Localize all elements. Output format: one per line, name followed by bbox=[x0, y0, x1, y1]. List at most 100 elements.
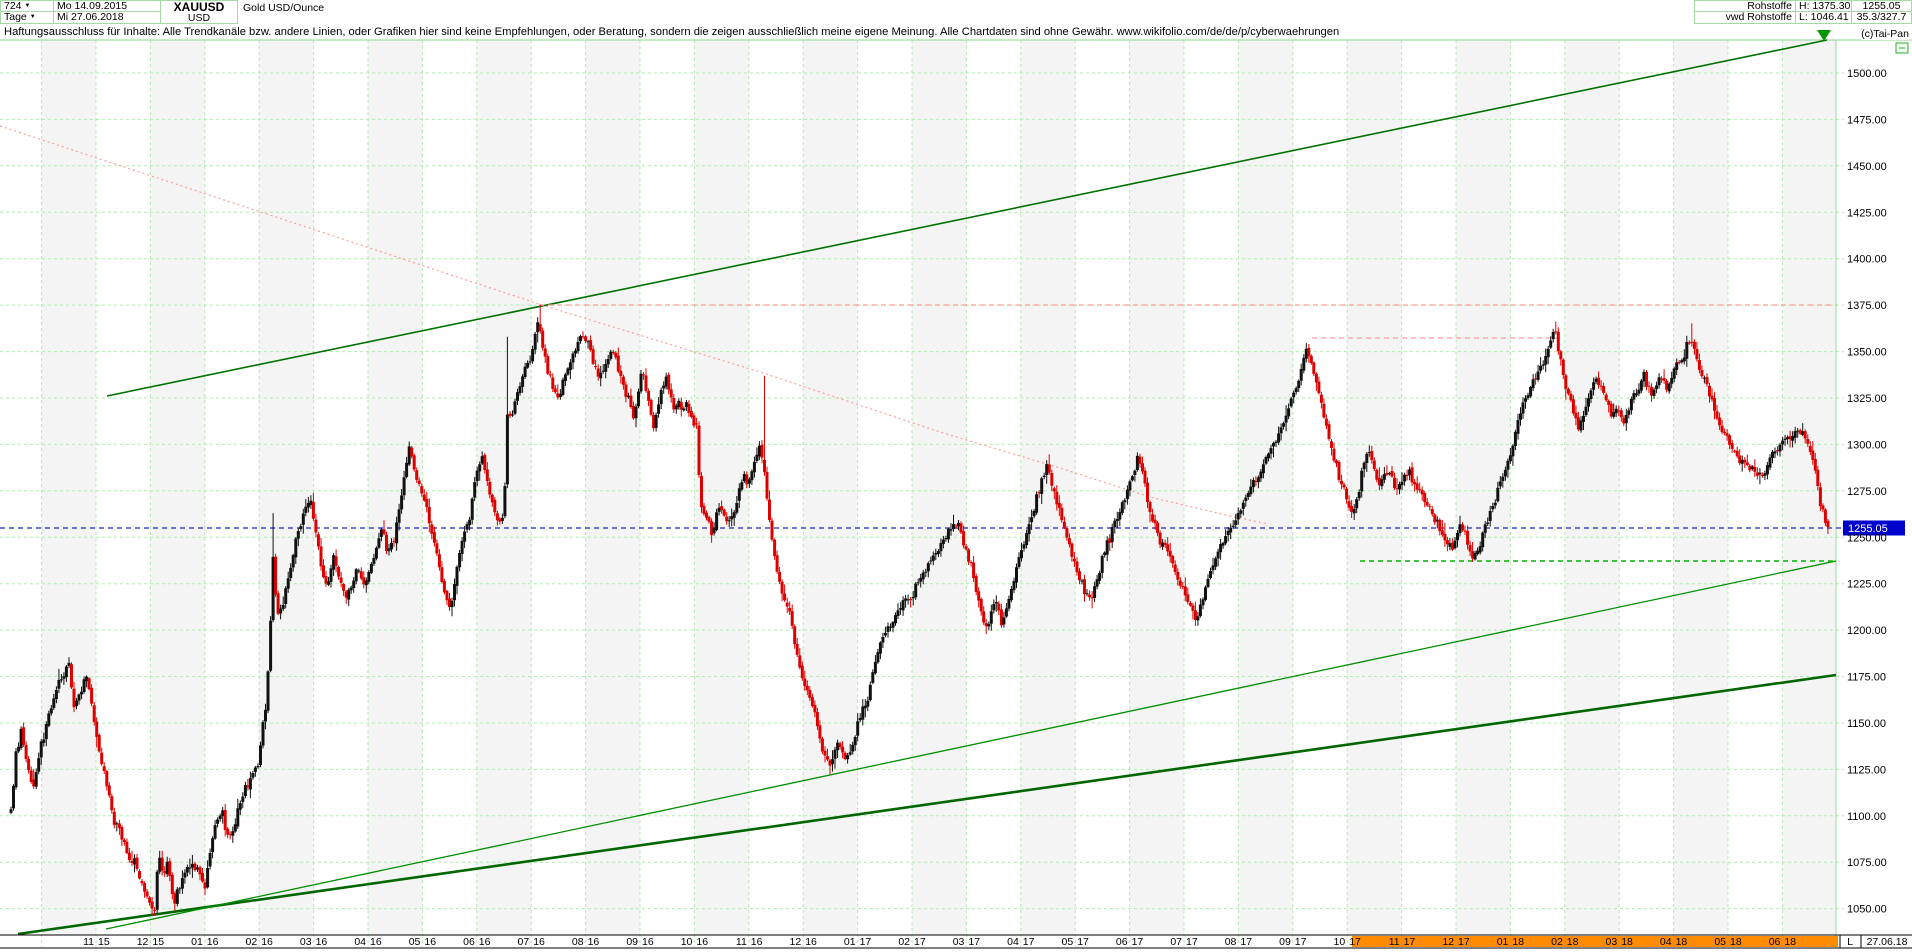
trendline-end-marker-icon bbox=[1817, 30, 1831, 41]
chevron-down-icon: ▼ bbox=[25, 3, 31, 9]
svg-text:09: 09 bbox=[626, 936, 638, 948]
svg-text:05: 05 bbox=[1062, 936, 1074, 948]
svg-text:17: 17 bbox=[1132, 936, 1144, 948]
svg-text:16: 16 bbox=[533, 936, 545, 948]
svg-text:17: 17 bbox=[1186, 936, 1198, 948]
data-feed: vwd Rohstoffe bbox=[1694, 11, 1796, 24]
svg-text:12: 12 bbox=[137, 936, 149, 948]
svg-text:18: 18 bbox=[1621, 936, 1633, 948]
svg-text:04: 04 bbox=[1007, 936, 1019, 948]
svg-text:05: 05 bbox=[409, 936, 421, 948]
svg-text:1500.00: 1500.00 bbox=[1847, 68, 1887, 80]
svg-text:17: 17 bbox=[1458, 936, 1470, 948]
svg-text:18: 18 bbox=[1567, 936, 1579, 948]
svg-text:18: 18 bbox=[1512, 936, 1524, 948]
svg-text:01: 01 bbox=[191, 936, 203, 948]
period-type-dropdown[interactable]: Tage▼ bbox=[0, 11, 54, 24]
svg-text:1275.00: 1275.00 bbox=[1847, 486, 1887, 498]
svg-text:03: 03 bbox=[953, 936, 965, 948]
disclaimer-text: Haftungsausschluss für Inhalte: Alle Tre… bbox=[4, 26, 1339, 38]
svg-text:06: 06 bbox=[1116, 936, 1128, 948]
svg-text:08: 08 bbox=[572, 936, 584, 948]
svg-text:11: 11 bbox=[1389, 936, 1400, 948]
svg-text:17: 17 bbox=[914, 936, 926, 948]
svg-text:07: 07 bbox=[518, 936, 530, 948]
svg-text:17: 17 bbox=[1240, 936, 1252, 948]
svg-text:1300.00: 1300.00 bbox=[1847, 439, 1887, 451]
svg-text:12: 12 bbox=[1442, 936, 1454, 948]
svg-text:17: 17 bbox=[1023, 936, 1035, 948]
period-low: L: 1046.41 bbox=[1795, 11, 1852, 24]
svg-text:18: 18 bbox=[1676, 936, 1688, 948]
symbol-currency: USD bbox=[164, 13, 234, 23]
svg-text:1125.00: 1125.00 bbox=[1847, 764, 1886, 776]
svg-text:17: 17 bbox=[860, 936, 872, 948]
last-bar-marker: L bbox=[1847, 936, 1853, 948]
svg-text:1425.00: 1425.00 bbox=[1847, 207, 1887, 219]
svg-text:1075.00: 1075.00 bbox=[1847, 857, 1887, 869]
svg-text:1100.00: 1100.00 bbox=[1847, 811, 1886, 823]
svg-text:15: 15 bbox=[98, 936, 110, 948]
svg-text:04: 04 bbox=[1660, 936, 1672, 948]
svg-text:05: 05 bbox=[1714, 936, 1726, 948]
taipan-chart-window: 1255.051500.001475.001450.001425.001400.… bbox=[0, 0, 1912, 952]
svg-text:17: 17 bbox=[1077, 936, 1089, 948]
svg-text:16: 16 bbox=[424, 936, 436, 948]
svg-text:17: 17 bbox=[1295, 936, 1307, 948]
svg-text:07: 07 bbox=[1170, 936, 1182, 948]
price-chart[interactable]: 1255.051500.001475.001450.001425.001400.… bbox=[0, 0, 1912, 952]
svg-text:15: 15 bbox=[152, 936, 164, 948]
svg-text:01: 01 bbox=[1497, 936, 1509, 948]
symbol-cell: XAUUSD USD bbox=[160, 0, 238, 24]
date-range-highlight bbox=[1352, 936, 1838, 947]
svg-text:1050.00: 1050.00 bbox=[1847, 904, 1887, 916]
svg-text:16: 16 bbox=[370, 936, 382, 948]
svg-text:1350.00: 1350.00 bbox=[1847, 347, 1887, 359]
svg-text:1475.00: 1475.00 bbox=[1847, 114, 1887, 126]
svg-text:18: 18 bbox=[1784, 936, 1796, 948]
svg-text:18: 18 bbox=[1730, 936, 1742, 948]
collapse-button[interactable] bbox=[1896, 43, 1908, 53]
svg-text:12: 12 bbox=[790, 936, 802, 948]
svg-text:03: 03 bbox=[1606, 936, 1618, 948]
svg-text:1400.00: 1400.00 bbox=[1847, 254, 1887, 266]
svg-text:16: 16 bbox=[642, 936, 654, 948]
date-to-field[interactable]: Mi 27.06.2018 bbox=[53, 11, 161, 24]
svg-text:17: 17 bbox=[1404, 936, 1416, 948]
svg-text:06: 06 bbox=[1769, 936, 1781, 948]
svg-text:16: 16 bbox=[316, 936, 328, 948]
last-date-label: 27.06.18 bbox=[1867, 936, 1908, 948]
chart-header-toolbar: 724▼ Tage▼ Mo 14.09.2015 Mi 27.06.2018 X… bbox=[0, 0, 1912, 24]
instrument-name: Gold USD/Ounce bbox=[243, 2, 324, 14]
svg-text:16: 16 bbox=[207, 936, 219, 948]
svg-text:17: 17 bbox=[1349, 936, 1361, 948]
svg-text:16: 16 bbox=[261, 936, 273, 948]
y-axis-labels: 1500.001475.001450.001425.001400.001375.… bbox=[1847, 68, 1887, 916]
svg-text:02: 02 bbox=[246, 936, 258, 948]
svg-text:06: 06 bbox=[463, 936, 475, 948]
svg-text:1150.00: 1150.00 bbox=[1847, 718, 1886, 730]
svg-text:1325.00: 1325.00 bbox=[1847, 393, 1887, 405]
svg-text:17: 17 bbox=[968, 936, 980, 948]
month-bands bbox=[42, 40, 1835, 935]
svg-text:16: 16 bbox=[751, 936, 763, 948]
svg-text:1250.00: 1250.00 bbox=[1847, 532, 1887, 544]
svg-text:16: 16 bbox=[805, 936, 817, 948]
svg-text:08: 08 bbox=[1225, 936, 1237, 948]
svg-text:16: 16 bbox=[696, 936, 708, 948]
svg-text:04: 04 bbox=[354, 936, 366, 948]
svg-text:09: 09 bbox=[1279, 936, 1291, 948]
svg-text:01: 01 bbox=[844, 936, 856, 948]
svg-text:1225.00: 1225.00 bbox=[1847, 579, 1887, 591]
svg-text:03: 03 bbox=[300, 936, 312, 948]
svg-text:10: 10 bbox=[1334, 936, 1346, 948]
svg-text:02: 02 bbox=[1551, 936, 1563, 948]
chevron-down-icon: ▼ bbox=[30, 14, 36, 20]
svg-text:16: 16 bbox=[479, 936, 491, 948]
copyright-label: (c)Tai-Pan bbox=[1861, 28, 1909, 40]
period-type-value: Tage bbox=[4, 11, 27, 23]
svg-text:16: 16 bbox=[588, 936, 600, 948]
svg-text:11: 11 bbox=[83, 936, 94, 948]
extra-stat-field: 35.3/327.7 bbox=[1851, 11, 1912, 24]
svg-text:11: 11 bbox=[736, 936, 747, 948]
